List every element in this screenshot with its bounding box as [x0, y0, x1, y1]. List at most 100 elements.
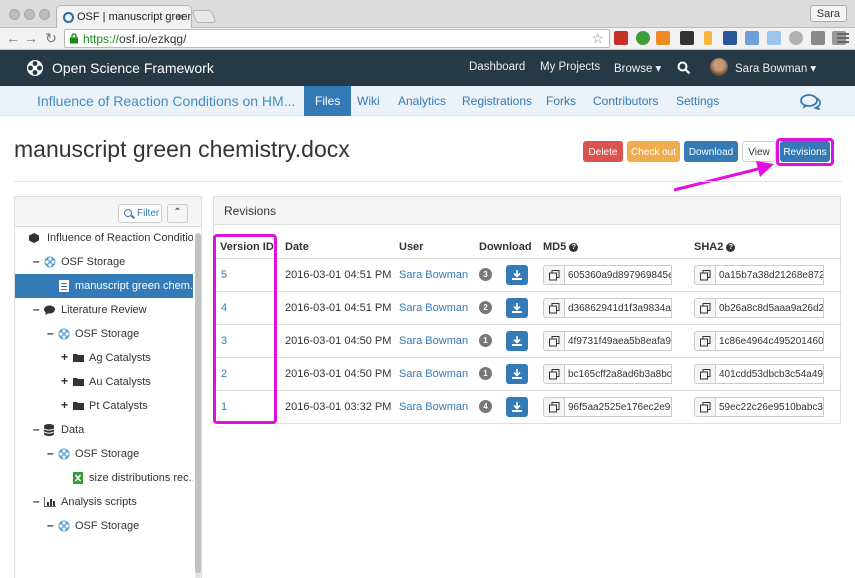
tree-item-au-catalysts[interactable]: + Au Catalysts [15, 370, 193, 394]
maximize-window-button[interactable] [39, 9, 50, 20]
md5-field[interactable]: bc165cff2a8ad6b3a8bc [565, 364, 672, 384]
checkout-button[interactable]: Check out [627, 141, 680, 162]
tree-item-ag-catalysts[interactable]: + Ag Catalysts [15, 346, 193, 370]
user-menu-dropdown[interactable]: Sara Bowman ▾ [735, 61, 816, 75]
tree-item-analysis-scripts[interactable]: – Analysis scripts [15, 490, 193, 514]
comments-icon[interactable] [800, 94, 822, 110]
tree-item-osf-storage[interactable]: – OSF Storage [15, 442, 193, 466]
tree-item-project[interactable]: Influence of Reaction Conditio... [15, 226, 193, 250]
minimize-window-button[interactable] [24, 9, 35, 20]
extension-docs-icon[interactable] [745, 31, 759, 45]
project-title-link[interactable]: Influence of Reaction Conditions on HM..… [37, 93, 295, 109]
tab-settings[interactable]: Settings [676, 94, 719, 108]
tree-item-osf-storage[interactable]: – OSF Storage [15, 514, 193, 538]
download-revision-button[interactable] [506, 298, 528, 318]
extension-buffer-icon[interactable] [680, 31, 694, 45]
extension-evernote-icon[interactable] [636, 31, 650, 45]
tree-item-size-distributions[interactable]: size distributions rec... [15, 466, 193, 490]
tab-registrations[interactable]: Registrations [462, 94, 532, 108]
copy-md5-button[interactable] [543, 298, 565, 318]
sha2-field[interactable]: 1c86e4964c495201460 [716, 331, 824, 351]
extension-off-icon[interactable] [656, 31, 670, 45]
tree-item-pt-catalysts[interactable]: + Pt Catalysts [15, 394, 193, 418]
md5-field[interactable]: 96f5aa2525e176ec2e9. [565, 397, 672, 417]
extension-honey-icon[interactable] [704, 31, 712, 45]
tree-item-manuscript[interactable]: manuscript green chem... [15, 274, 193, 298]
nav-browse-dropdown[interactable]: Browse ▾ [614, 61, 661, 75]
collapse-tree-button[interactable]: ⌃ [167, 204, 188, 223]
new-tab-button[interactable] [191, 10, 217, 23]
osf-brand-link[interactable]: Open Science Framework [52, 60, 214, 76]
extension-s-icon[interactable] [723, 31, 737, 45]
filter-button[interactable]: Filter [118, 204, 162, 223]
nav-my-projects[interactable]: My Projects [540, 61, 600, 73]
close-window-button[interactable] [9, 9, 20, 20]
tab-wiki[interactable]: Wiki [357, 94, 380, 108]
question-icon[interactable]: ? [569, 242, 579, 252]
tree-item-osf-storage[interactable]: – OSF Storage [15, 250, 193, 274]
browser-profile-button[interactable]: Sara [809, 5, 847, 22]
md5-field[interactable]: 605360a9d897969845e [565, 265, 672, 285]
sha2-field[interactable]: 401cdd53dbcb3c54a49 [716, 364, 824, 384]
collapse-toggle-icon[interactable]: – [47, 326, 54, 340]
collapse-toggle-icon[interactable]: – [47, 446, 54, 460]
tree-scrollbar[interactable] [195, 233, 201, 578]
revision-user-link[interactable]: Sara Bowman [399, 302, 468, 314]
osf-logo-icon[interactable] [26, 59, 44, 77]
search-icon[interactable] [677, 61, 691, 75]
copy-sha2-button[interactable] [694, 364, 716, 384]
delete-button[interactable]: Delete [583, 141, 623, 162]
tree-item-literature-review[interactable]: – Literature Review [15, 298, 193, 322]
copy-sha2-button[interactable] [694, 298, 716, 318]
reload-icon[interactable]: ↻ [43, 30, 59, 47]
download-revision-button[interactable] [506, 397, 528, 417]
revision-user-link[interactable]: Sara Bowman [399, 269, 468, 281]
address-bar[interactable]: https://osf.io/ezkqg/ ☆ [64, 29, 610, 48]
forward-icon[interactable]: → [23, 30, 39, 46]
download-revision-button[interactable] [506, 364, 528, 384]
extension-refresh-icon[interactable] [789, 31, 803, 45]
copy-sha2-button[interactable] [694, 397, 716, 417]
download-button[interactable]: Download [684, 141, 738, 162]
collapse-toggle-icon[interactable]: – [47, 518, 54, 532]
copy-md5-button[interactable] [543, 364, 565, 384]
sha2-field[interactable]: 59ec22c26e9510babc3 [716, 397, 824, 417]
sha2-field[interactable]: 0b26a8c8d5aaa9a26d2 [716, 298, 824, 318]
expand-toggle-icon[interactable]: + [61, 374, 68, 388]
copy-md5-button[interactable] [543, 397, 565, 417]
nav-dashboard[interactable]: Dashboard [469, 61, 525, 73]
expand-toggle-icon[interactable]: + [61, 350, 68, 364]
avatar[interactable] [710, 58, 728, 76]
download-revision-button[interactable] [506, 265, 528, 285]
collapse-toggle-icon[interactable]: – [33, 422, 40, 436]
tab-files[interactable]: Files [304, 86, 352, 116]
extension-cloud-icon[interactable] [811, 31, 825, 45]
question-icon[interactable]: ? [726, 242, 736, 252]
collapse-toggle-icon[interactable]: – [33, 302, 40, 316]
collapse-toggle-icon[interactable]: – [33, 254, 40, 268]
md5-field[interactable]: 4f9731f49aea5b8eafa9 [565, 331, 672, 351]
copy-sha2-button[interactable] [694, 331, 716, 351]
tree-item-osf-storage[interactable]: – OSF Storage [15, 322, 193, 346]
download-revision-button[interactable] [506, 331, 528, 351]
revision-user-link[interactable]: Sara Bowman [399, 368, 468, 380]
tab-analytics[interactable]: Analytics [398, 94, 446, 108]
expand-toggle-icon[interactable]: + [61, 398, 68, 412]
browser-menu-icon[interactable] [837, 31, 849, 45]
copy-sha2-button[interactable] [694, 265, 716, 285]
tree-item-data[interactable]: – Data [15, 418, 193, 442]
copy-md5-button[interactable] [543, 265, 565, 285]
tab-contributors[interactable]: Contributors [593, 94, 658, 108]
extension-save-icon[interactable] [767, 31, 781, 45]
copy-md5-button[interactable] [543, 331, 565, 351]
revision-user-link[interactable]: Sara Bowman [399, 401, 468, 413]
bookmark-star-icon[interactable]: ☆ [591, 30, 604, 47]
md5-field[interactable]: d36862941d1f3a9834a [565, 298, 672, 318]
back-icon[interactable]: ← [5, 30, 21, 46]
revision-user-link[interactable]: Sara Bowman [399, 335, 468, 347]
tab-forks[interactable]: Forks [546, 94, 576, 108]
browser-tab[interactable]: OSF | manuscript green che ✕ [56, 5, 192, 28]
sha2-field[interactable]: 0a15b7a38d21268e872 [716, 265, 824, 285]
collapse-toggle-icon[interactable]: – [33, 494, 40, 508]
close-tab-icon[interactable]: ✕ [176, 11, 185, 24]
